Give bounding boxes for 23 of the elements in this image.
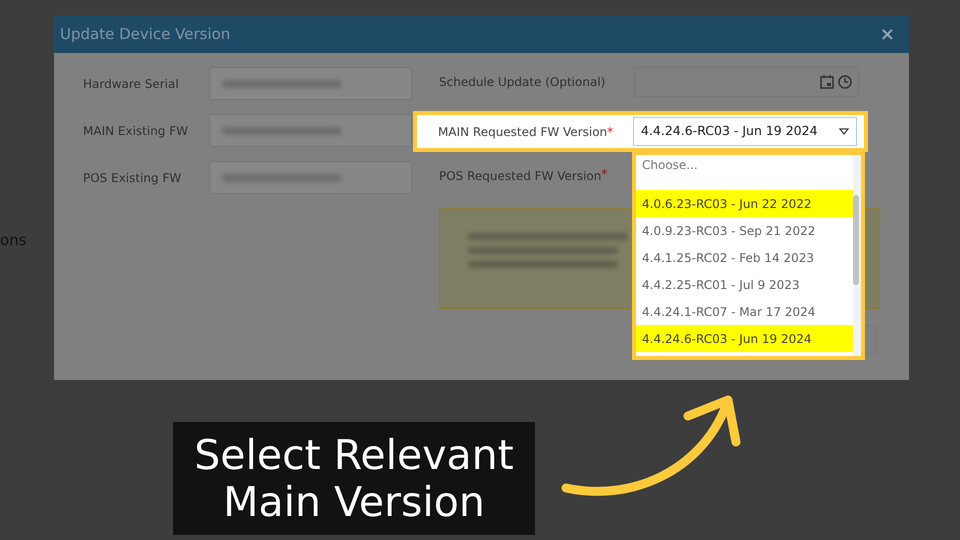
scrollbar-thumb[interactable]: [853, 195, 859, 285]
field-label: POS Existing FW: [83, 170, 182, 186]
dialog-title: Update Device Version: [60, 24, 230, 45]
field-label: POS Requested FW Version: [439, 168, 602, 185]
blurred-field[interactable]: [209, 161, 412, 194]
blurred-field[interactable]: [209, 67, 412, 100]
calendar-icon[interactable]: [820, 75, 834, 89]
dropdown-option[interactable]: 4.0.6.23-RC03 - Jun 22 2022: [636, 190, 853, 217]
caption-text: Main Version: [223, 478, 485, 526]
field-label: Hardware Serial: [83, 76, 180, 92]
caret-icon: [839, 128, 849, 135]
datetime-field[interactable]: [634, 67, 859, 97]
close-button[interactable]: ×: [872, 20, 903, 48]
field-label: MAIN Existing FW: [83, 122, 190, 140]
clock-icon[interactable]: [838, 75, 852, 89]
field-label: MAIN Requested FW Version: [438, 124, 608, 140]
required-mark: *: [607, 124, 614, 140]
blurred-field[interactable]: [209, 114, 412, 147]
caption-text: Select Relevant: [194, 432, 514, 478]
required-mark: *: [601, 166, 608, 183]
field-label: Schedule Update (Optional): [439, 74, 606, 91]
dropdown-option[interactable]: 4.4.24.6-RC03 - Jun 19 2024: [636, 325, 853, 352]
version-select[interactable]: 4.4.24.6-RC03 - Jun 19 2024: [633, 117, 857, 146]
